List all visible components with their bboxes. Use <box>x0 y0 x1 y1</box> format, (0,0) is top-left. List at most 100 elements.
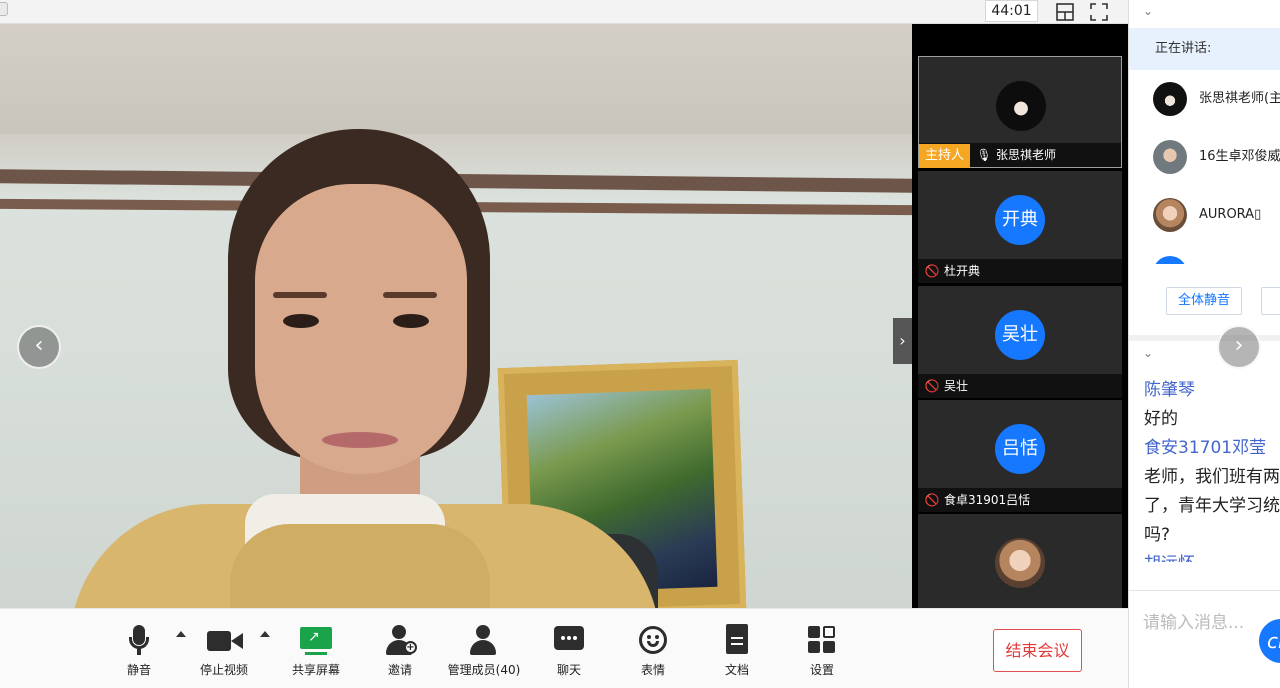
video-person-brow <box>273 292 327 298</box>
participant-strip: 主持人 🎙 张思祺老师 开典 🚫 杜开典 吴壮 🚫 吴壮 吕恬 🚫 食卓31901吕恬 <box>912 24 1128 608</box>
top-bar: 44:01 <box>0 0 1128 24</box>
camera-icon <box>207 623 243 657</box>
video-options-caret-icon[interactable] <box>260 631 270 637</box>
host-badge: 主持人 <box>919 144 971 168</box>
chat-sender: 陈肇琴 <box>1144 380 1195 400</box>
avatar <box>1153 198 1187 232</box>
chat-button[interactable]: 聊天 <box>529 623 609 683</box>
video-person-face <box>255 184 467 474</box>
avatar: 吴壮 <box>995 310 1045 360</box>
unmute-all-button[interactable] <box>1261 287 1280 315</box>
avatar: 开典 <box>995 195 1045 245</box>
mute-button[interactable]: 静音 <box>99 623 179 683</box>
send-button[interactable]: cl <box>1259 619 1280 663</box>
member-name: 16生卓邓俊威 <box>1199 149 1280 164</box>
smiley-icon <box>636 623 670 657</box>
chat-label: 聊天 <box>556 663 581 677</box>
video-background-ceiling <box>0 24 912 134</box>
participant-name: 张思祺老师 <box>996 148 1057 162</box>
chevron-left-icon: ‹ <box>34 333 44 358</box>
main-video[interactable] <box>0 24 912 608</box>
end-meeting-button[interactable]: 结束会议 <box>993 629 1082 672</box>
chevron-right-icon: › <box>1234 333 1244 358</box>
stop-video-label: 停止视频 <box>199 663 248 677</box>
manage-members-label: 管理成员(40) <box>447 663 521 677</box>
chat-sender: 胡远怀 <box>1144 550 1280 562</box>
avatar <box>1153 256 1187 264</box>
member-name: 张思祺老师(主 <box>1199 91 1280 106</box>
avatar: 吕恬 <box>995 424 1045 474</box>
participant-tile[interactable]: 主持人 🎙 张思祺老师 <box>918 56 1122 168</box>
video-person-eye <box>393 314 429 328</box>
invite-button[interactable]: + 邀请 <box>360 623 440 683</box>
participant-tile[interactable]: 开典 🚫 杜开典 <box>918 171 1122 283</box>
chevron-down-icon[interactable]: ⌄ <box>1143 4 1153 18</box>
member-name: AURORA▯ <box>1199 207 1262 222</box>
member-list-item[interactable]: AURORA▯ <box>1129 186 1280 242</box>
prev-page-button[interactable]: ‹ <box>17 325 61 369</box>
video-person-brow <box>383 292 437 298</box>
emoji-label: 表情 <box>640 663 665 677</box>
member-list-item[interactable]: 16生卓邓俊威 <box>1129 128 1280 184</box>
chat-text: 了，青年大学习统 <box>1144 496 1280 516</box>
side-panel: ⌄ 正在讲话: 张思祺老师(主 16生卓邓俊威 AURORA▯ 全体静音 ⌄ ›… <box>1128 0 1280 688</box>
chevron-right-icon: › <box>899 331 906 350</box>
participant-label: 🚫 食卓31901吕恬 <box>918 488 1122 512</box>
video-person-eye <box>283 314 319 328</box>
participant-name: 食卓31901吕恬 <box>944 493 1031 507</box>
chat-text: 好的 <box>1144 409 1178 429</box>
stop-video-button[interactable]: 停止视频 <box>184 623 264 683</box>
share-screen-button[interactable]: ↗ 共享屏幕 <box>276 623 356 683</box>
avatar <box>996 81 1046 131</box>
docs-label: 文档 <box>724 663 749 677</box>
security-shield-icon[interactable] <box>0 2 8 16</box>
microphone-muted-icon: 🚫 <box>924 264 940 278</box>
share-screen-icon: ↗ <box>299 623 333 657</box>
microphone-muted-icon: 🚫 <box>924 493 940 507</box>
mute-label: 静音 <box>126 663 151 677</box>
microphone-muted-icon: 🚫 <box>924 379 940 393</box>
chat-text: 吗? <box>1144 525 1171 545</box>
microphone-icon: 🎙 <box>976 148 992 162</box>
video-person-lips <box>322 432 398 448</box>
avatar <box>1153 140 1187 174</box>
settings-button[interactable]: 设置 <box>782 623 862 683</box>
meeting-timer: 44:01 <box>985 0 1038 22</box>
participant-name: 杜开典 <box>944 264 981 278</box>
microphone-icon <box>122 623 156 657</box>
next-page-button[interactable]: › <box>1217 325 1261 369</box>
video-person-coat <box>230 524 490 608</box>
participant-name: 吴壮 <box>944 379 969 393</box>
collapse-strip-button[interactable]: › <box>893 318 912 364</box>
settings-grid-icon <box>805 623 839 657</box>
avatar <box>1153 82 1187 116</box>
participant-tile[interactable]: 吴壮 🚫 吴壮 <box>918 286 1122 398</box>
fullscreen-icon[interactable] <box>1089 2 1109 22</box>
participant-label: 主持人 🎙 张思祺老师 <box>919 143 1121 168</box>
member-list-item[interactable] <box>1129 244 1280 264</box>
mute-all-button[interactable]: 全体静音 <box>1166 287 1242 315</box>
docs-button[interactable]: 文档 <box>697 623 777 683</box>
participant-label: 🚫 吴壮 <box>918 374 1122 398</box>
manage-members-button[interactable]: 管理成员(40) <box>444 623 524 683</box>
participant-tile[interactable]: 吕恬 🚫 食卓31901吕恬 <box>918 400 1122 512</box>
add-user-icon: + <box>383 623 417 657</box>
chat-input[interactable] <box>1141 611 1251 635</box>
chat-input-area: cl <box>1129 590 1280 688</box>
document-icon <box>720 623 754 657</box>
chat-bubble-icon <box>552 623 586 657</box>
chat-messages: 陈肇琴 好的 食安31701邓莹 老师，我们班有两 了，青年大学习统 吗? 胡远… <box>1144 376 1280 562</box>
member-list-item[interactable]: 张思祺老师(主 <box>1129 70 1280 126</box>
layout-toggle-icon[interactable] <box>1055 2 1075 22</box>
chevron-down-icon[interactable]: ⌄ <box>1143 346 1153 360</box>
chat-text: 老师，我们班有两 <box>1144 467 1280 487</box>
participant-label: 🚫 杜开典 <box>918 259 1122 283</box>
share-screen-label: 共享屏幕 <box>291 663 340 677</box>
invite-label: 邀请 <box>387 663 412 677</box>
avatar <box>995 538 1045 588</box>
users-icon <box>467 623 501 657</box>
bottom-toolbar: 静音 停止视频 ↗ 共享屏幕 + 邀请 管理成员(40) 聊天 表情 文档 设置… <box>0 608 1128 688</box>
emoji-button[interactable]: 表情 <box>613 623 693 683</box>
chat-sender: 食安31701邓莹 <box>1144 438 1267 458</box>
participant-tile[interactable] <box>918 514 1122 608</box>
